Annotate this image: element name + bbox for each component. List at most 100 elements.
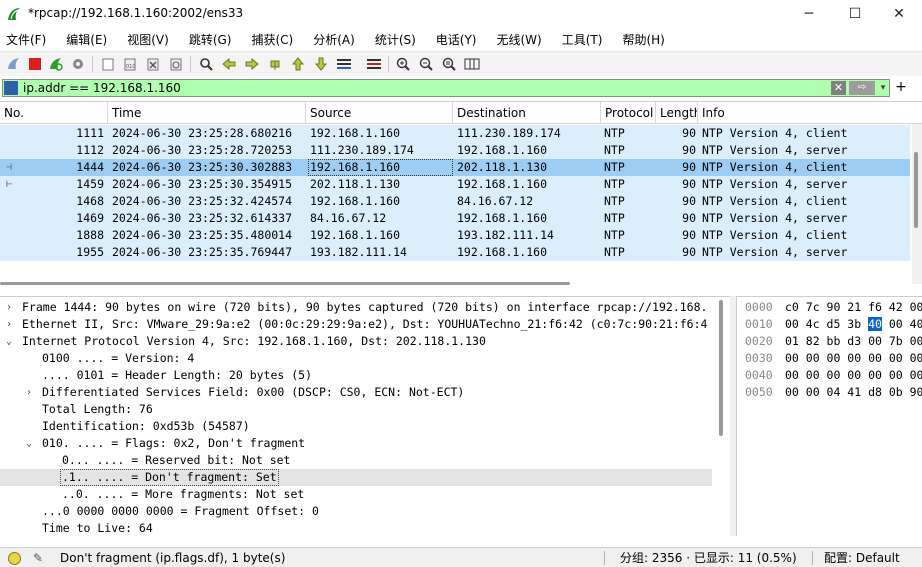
- packet-info: NTP Version 4, client: [702, 194, 848, 208]
- tree-item-frame[interactable]: › Frame 1444: 90 bytes on wire (720 bits…: [0, 299, 712, 316]
- clear-filter-icon[interactable]: ✕: [831, 81, 846, 95]
- hex-byte-selected[interactable]: 40: [868, 317, 882, 331]
- tree-item-header-length[interactable]: .... 0101 = Header Length: 20 bytes (5): [0, 367, 712, 384]
- packet-protocol: NTP: [604, 228, 625, 242]
- menu-bar: 文件(F) 编辑(E) 视图(V) 跳转(G) 捕获(C) 分析(A) 统计(S…: [0, 28, 922, 50]
- save-file-icon[interactable]: 010: [120, 55, 140, 73]
- packet-row-selected[interactable]: ⊣ 1444 2024-06-30 23:25:30.302883 192.16…: [0, 159, 910, 176]
- packet-details-tree: › Frame 1444: 90 bytes on wire (720 bits…: [0, 296, 730, 532]
- packet-protocol: NTP: [604, 194, 625, 208]
- tree-item-reserved-bit[interactable]: 0... .... = Reserved bit: Not set: [0, 452, 712, 469]
- menu-help[interactable]: 帮助(H): [616, 31, 664, 48]
- filter-history-dropdown-icon[interactable]: ▾: [877, 81, 889, 95]
- go-to-packet-icon[interactable]: [265, 55, 285, 73]
- column-header-time[interactable]: Time: [108, 102, 306, 124]
- main-toolbar: 010: [0, 51, 922, 76]
- packet-list-vscroll-thumb[interactable]: [914, 152, 918, 228]
- menu-statistics[interactable]: 统计(S): [369, 31, 416, 48]
- menu-edit[interactable]: 编辑(E): [60, 31, 107, 48]
- packet-row[interactable]: ⊢ 1459 2024-06-30 23:25:30.354915 202.11…: [0, 176, 910, 193]
- tree-item-label: Differentiated Services Field: 0x00 (DSC…: [42, 385, 465, 399]
- column-header-length[interactable]: Length: [656, 102, 698, 124]
- go-forward-icon[interactable]: [242, 55, 262, 73]
- packet-protocol: NTP: [604, 160, 625, 174]
- restart-capture-icon[interactable]: [46, 55, 66, 73]
- column-header-protocol[interactable]: Protocol: [601, 102, 656, 124]
- packet-source: 202.118.1.130: [310, 177, 401, 191]
- zoom-in-icon[interactable]: [393, 55, 413, 73]
- zoom-normal-icon[interactable]: [439, 55, 459, 73]
- expand-arrow-icon[interactable]: ›: [3, 316, 15, 333]
- packet-length: 90: [682, 126, 696, 140]
- autoscroll-icon[interactable]: [334, 55, 354, 73]
- column-header-source[interactable]: Source: [306, 102, 453, 124]
- tree-item-ttl[interactable]: Time to Live: 64: [0, 520, 712, 532]
- hex-offset: 0000: [745, 300, 773, 314]
- menu-go[interactable]: 跳转(G): [183, 31, 232, 48]
- menu-capture[interactable]: 捕获(C): [245, 31, 293, 48]
- menu-wireless[interactable]: 无线(W): [491, 31, 542, 48]
- tree-item-version[interactable]: 0100 .... = Version: 4: [0, 350, 712, 367]
- capture-comment-icon[interactable]: ✎: [30, 550, 46, 566]
- zoom-out-icon[interactable]: [416, 55, 436, 73]
- find-packet-icon[interactable]: [196, 55, 216, 73]
- collapse-arrow-icon[interactable]: ⌄: [3, 333, 15, 350]
- menu-view[interactable]: 视图(V): [121, 31, 169, 48]
- tree-item-flags[interactable]: ⌄ 010. .... = Flags: 0x2, Don't fragment: [0, 435, 712, 452]
- last-packet-icon[interactable]: [311, 55, 331, 73]
- capture-options-icon[interactable]: [68, 55, 88, 73]
- column-header-info[interactable]: Info: [698, 102, 922, 124]
- packet-row[interactable]: 1888 2024-06-30 23:25:35.480014 192.168.…: [0, 227, 910, 244]
- apply-filter-icon[interactable]: ⇨: [849, 81, 875, 95]
- packet-length: 90: [682, 228, 696, 242]
- tree-item-more-fragments[interactable]: ..0. .... = More fragments: Not set: [0, 486, 712, 503]
- tree-item-ipv4[interactable]: ⌄ Internet Protocol Version 4, Src: 192.…: [0, 333, 712, 350]
- resize-columns-icon[interactable]: [462, 55, 482, 73]
- menu-tools[interactable]: 工具(T): [556, 31, 603, 48]
- packet-row[interactable]: 1112 2024-06-30 23:25:28.720253 111.230.…: [0, 142, 910, 159]
- open-file-icon[interactable]: [98, 55, 118, 73]
- tree-item-label: ...0 0000 0000 0000 = Fragment Offset: 0: [42, 504, 319, 518]
- maximize-button[interactable]: ☐: [832, 0, 878, 28]
- status-bar: ✎ Don't fragment (ip.flags.df), 1 byte(s…: [0, 547, 922, 567]
- close-file-icon[interactable]: [143, 55, 163, 73]
- packet-protocol: NTP: [604, 143, 625, 157]
- menu-telephony[interactable]: 电话(Y): [430, 31, 477, 48]
- tree-item-identification[interactable]: Identification: 0xd53b (54587): [0, 418, 712, 435]
- packet-info: NTP Version 4, client: [702, 126, 848, 140]
- add-filter-button[interactable]: +: [894, 80, 908, 96]
- packet-list-hscroll-thumb[interactable]: [0, 282, 570, 285]
- wireshark-fin-icon: [8, 8, 20, 20]
- hex-offset: 0050: [745, 385, 773, 399]
- details-vscroll-thumb[interactable]: [719, 300, 723, 436]
- go-back-icon[interactable]: [219, 55, 239, 73]
- close-button[interactable]: ✕: [876, 0, 922, 28]
- expert-info-icon[interactable]: [8, 552, 21, 565]
- expand-arrow-icon[interactable]: ›: [3, 299, 15, 316]
- filter-bookmark-icon[interactable]: [4, 81, 18, 95]
- menu-analyze[interactable]: 分析(A): [307, 31, 355, 48]
- tree-item-ethernet[interactable]: › Ethernet II, Src: VMware_29:9a:e2 (00:…: [0, 316, 712, 333]
- stop-capture-icon[interactable]: [25, 55, 45, 73]
- start-capture-icon[interactable]: [4, 55, 24, 73]
- first-packet-icon[interactable]: [288, 55, 308, 73]
- tree-item-total-length[interactable]: Total Length: 76: [0, 401, 712, 418]
- column-header-no[interactable]: No.: [0, 102, 108, 124]
- display-filter-input[interactable]: [21, 80, 721, 96]
- tree-item-dont-fragment[interactable]: .1.. .... = Don't fragment: Set: [0, 469, 712, 486]
- colorize-icon[interactable]: [364, 55, 384, 73]
- packet-row[interactable]: 1469 2024-06-30 23:25:32.614337 84.16.67…: [0, 210, 910, 227]
- minimize-button[interactable]: ─: [786, 0, 832, 28]
- packet-row[interactable]: 1955 2024-06-30 23:25:35.769447 193.182.…: [0, 244, 910, 261]
- reload-icon[interactable]: [166, 55, 186, 73]
- expand-arrow-icon[interactable]: ›: [23, 384, 35, 401]
- packet-row[interactable]: 1468 2024-06-30 23:25:32.424574 192.168.…: [0, 193, 910, 210]
- tree-item-dsfield[interactable]: › Differentiated Services Field: 0x00 (D…: [0, 384, 712, 401]
- collapse-arrow-icon[interactable]: ⌄: [23, 435, 35, 452]
- packet-row[interactable]: 1111 2024-06-30 23:25:28.680216 192.168.…: [0, 125, 910, 142]
- status-profile[interactable]: 配置: Default: [824, 550, 900, 566]
- tree-item-fragment-offset[interactable]: ...0 0000 0000 0000 = Fragment Offset: 0: [0, 503, 712, 520]
- column-header-destination[interactable]: Destination: [453, 102, 601, 124]
- menu-file[interactable]: 文件(F): [0, 31, 46, 48]
- packet-no: 1112: [76, 143, 104, 157]
